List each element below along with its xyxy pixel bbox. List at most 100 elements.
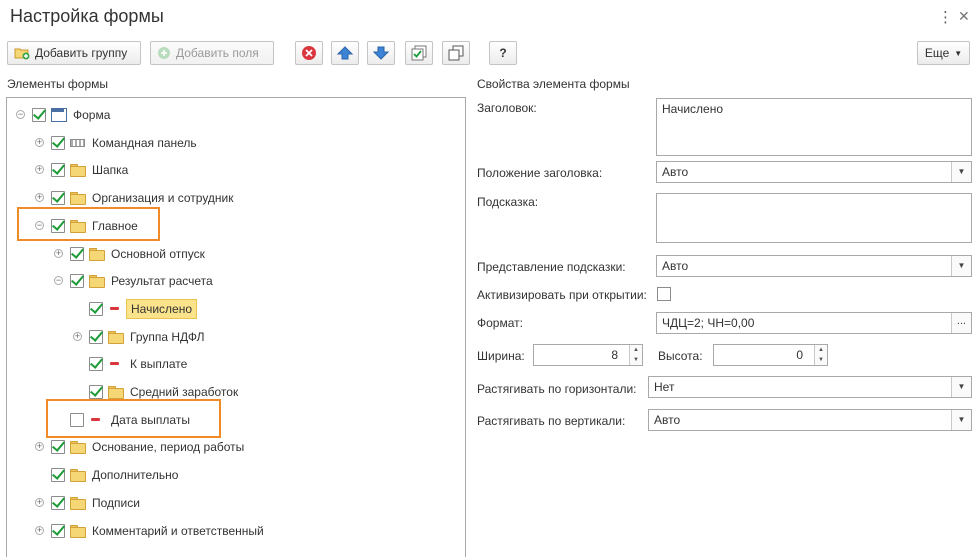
collapse-icon[interactable]: − (35, 220, 44, 230)
title-position-label: Положение заголовка: (477, 166, 603, 180)
form-elements-tree[interactable]: − Форма + Командная панель + Шапка + Организаци… (6, 97, 466, 557)
collapse-icon[interactable]: − (16, 110, 25, 119)
tree-row[interactable]: Дата выплаты (7, 409, 465, 431)
tree-row[interactable]: − Форма (7, 104, 465, 126)
title-position-select[interactable]: Авто ▼ (656, 161, 972, 183)
tree-item-checkbox[interactable] (51, 218, 65, 233)
tree-row[interactable]: Средний заработок (7, 381, 465, 403)
tree-row[interactable]: − Результат расчета (7, 270, 465, 292)
dropdown-arrow-icon[interactable]: ▼ (951, 256, 971, 276)
tree-item-checkbox[interactable] (51, 440, 65, 455)
tree-item-checkbox[interactable] (89, 385, 103, 399)
tree-item-label[interactable]: Группа НДФЛ (130, 330, 205, 344)
tree-item-label[interactable]: Основание, период работы (92, 440, 244, 454)
tree-item-label[interactable]: Средний заработок (130, 385, 238, 399)
width-value: 8 (611, 348, 618, 362)
expand-icon[interactable]: + (35, 525, 44, 535)
width-spinner[interactable]: ▲ ▼ (629, 345, 642, 365)
stretch-horizontal-select[interactable]: Нет ▼ (648, 376, 972, 398)
tree-item-label[interactable]: Результат расчета (111, 274, 213, 288)
tree-row[interactable]: + Командная панель (7, 132, 465, 154)
tree-item-label[interactable]: Форма (73, 108, 110, 122)
stretch-horizontal-value: Нет (654, 380, 675, 394)
tree-item-label[interactable]: Основной отпуск (111, 247, 205, 261)
tree-item-label[interactable]: Дополнительно (92, 468, 178, 482)
folder-icon (89, 247, 105, 261)
tree-item-label[interactable]: Начислено (126, 298, 198, 319)
check-all-button[interactable] (405, 41, 433, 65)
tree-item-label[interactable]: Главное (92, 219, 138, 233)
tree-row[interactable]: К выплате (7, 353, 465, 375)
move-down-button[interactable] (367, 41, 395, 65)
tree-row[interactable]: + Шапка (7, 159, 465, 181)
help-button[interactable]: ? (489, 41, 517, 65)
activate-on-open-checkbox[interactable] (657, 287, 671, 301)
tree-item-checkbox[interactable] (51, 495, 65, 510)
tree-item-checkbox[interactable] (89, 329, 103, 344)
dropdown-arrow-icon[interactable]: ▼ (951, 410, 971, 430)
tree-row[interactable]: Начислено (7, 298, 465, 320)
tree-item-checkbox[interactable] (70, 274, 84, 289)
expand-icon[interactable]: + (35, 165, 44, 175)
stretch-vertical-label: Растягивать по вертикали: (477, 414, 626, 428)
dropdown-arrow-icon[interactable]: ▼ (951, 377, 971, 397)
tooltip-representation-select[interactable]: Авто ▼ (656, 255, 972, 277)
format-value: ЧДЦ=2; ЧН=0,00 (662, 316, 755, 330)
expand-icon[interactable]: + (35, 497, 44, 507)
folder-icon (70, 468, 86, 483)
add-fields-button[interactable]: Добавить поля (150, 41, 274, 65)
tree-item-checkbox[interactable] (51, 135, 65, 150)
tree-item-checkbox[interactable] (51, 163, 65, 178)
more-vertical-icon[interactable]: ⋮ (938, 8, 953, 26)
tree-item-checkbox[interactable] (32, 108, 46, 122)
width-input[interactable]: 8 ▲ ▼ (533, 344, 643, 366)
tree-row[interactable]: − Главное (7, 215, 465, 237)
tree-row[interactable]: + Основание, период работы (7, 436, 465, 458)
tree-item-checkbox[interactable] (51, 523, 65, 538)
tree-item-label[interactable]: Шапка (92, 163, 128, 177)
tree-row[interactable]: + Основной отпуск (7, 243, 465, 265)
tree-item-label[interactable]: Организация и сотрудник (92, 191, 234, 205)
expand-icon[interactable]: + (35, 137, 44, 147)
tree-item-label[interactable]: Подписи (92, 496, 140, 510)
tree-item-checkbox[interactable] (51, 468, 65, 483)
tree-item-checkbox[interactable] (70, 246, 84, 261)
move-up-button[interactable] (331, 41, 359, 65)
tree-item-label[interactable]: Комментарий и ответственный (92, 524, 264, 538)
format-edit-button[interactable]: ... (951, 313, 971, 333)
tree-item-checkbox[interactable] (89, 301, 103, 316)
height-spinner[interactable]: ▲ ▼ (814, 345, 827, 365)
add-circle-icon (158, 47, 170, 59)
tree-row[interactable]: + Комментарий и ответственный (7, 520, 465, 542)
stretch-vertical-value: Авто (654, 413, 681, 427)
more-button[interactable]: Еще ▼ (917, 41, 970, 65)
collapse-icon[interactable]: − (54, 276, 63, 286)
command-panel-icon (70, 136, 85, 149)
tree-row[interactable]: Дополнительно (7, 464, 465, 486)
expand-icon[interactable]: + (35, 442, 44, 452)
folder-icon (70, 440, 86, 455)
tree-row[interactable]: + Подписи (7, 492, 465, 514)
dropdown-arrow-icon[interactable]: ▼ (951, 162, 971, 182)
tree-item-label[interactable]: К выплате (130, 357, 187, 371)
expand-icon[interactable]: + (35, 193, 44, 203)
add-group-button[interactable]: Добавить группу (7, 41, 141, 65)
tree-item-label[interactable]: Командная панель (92, 136, 197, 150)
copy-button[interactable] (442, 41, 470, 65)
tree-item-checkbox[interactable] (51, 191, 65, 206)
tooltip-input[interactable] (656, 193, 972, 243)
height-input[interactable]: 0 ▲ ▼ (713, 344, 828, 366)
close-icon[interactable]: ✕ (958, 8, 970, 25)
tree-item-label[interactable]: Дата выплаты (111, 413, 190, 427)
expand-icon[interactable]: + (54, 248, 63, 258)
delete-button[interactable] (295, 41, 323, 65)
tree-item-checkbox[interactable] (70, 412, 84, 427)
format-input[interactable]: ЧДЦ=2; ЧН=0,00 ... (656, 312, 972, 334)
add-group-label: Добавить группу (35, 46, 128, 60)
header-input[interactable]: Начислено (656, 98, 972, 156)
expand-icon[interactable]: + (73, 331, 82, 341)
tree-row[interactable]: + Группа НДФЛ (7, 326, 465, 348)
stretch-vertical-select[interactable]: Авто ▼ (648, 409, 972, 431)
tree-item-checkbox[interactable] (89, 357, 103, 372)
tree-row[interactable]: + Организация и сотрудник (7, 187, 465, 209)
